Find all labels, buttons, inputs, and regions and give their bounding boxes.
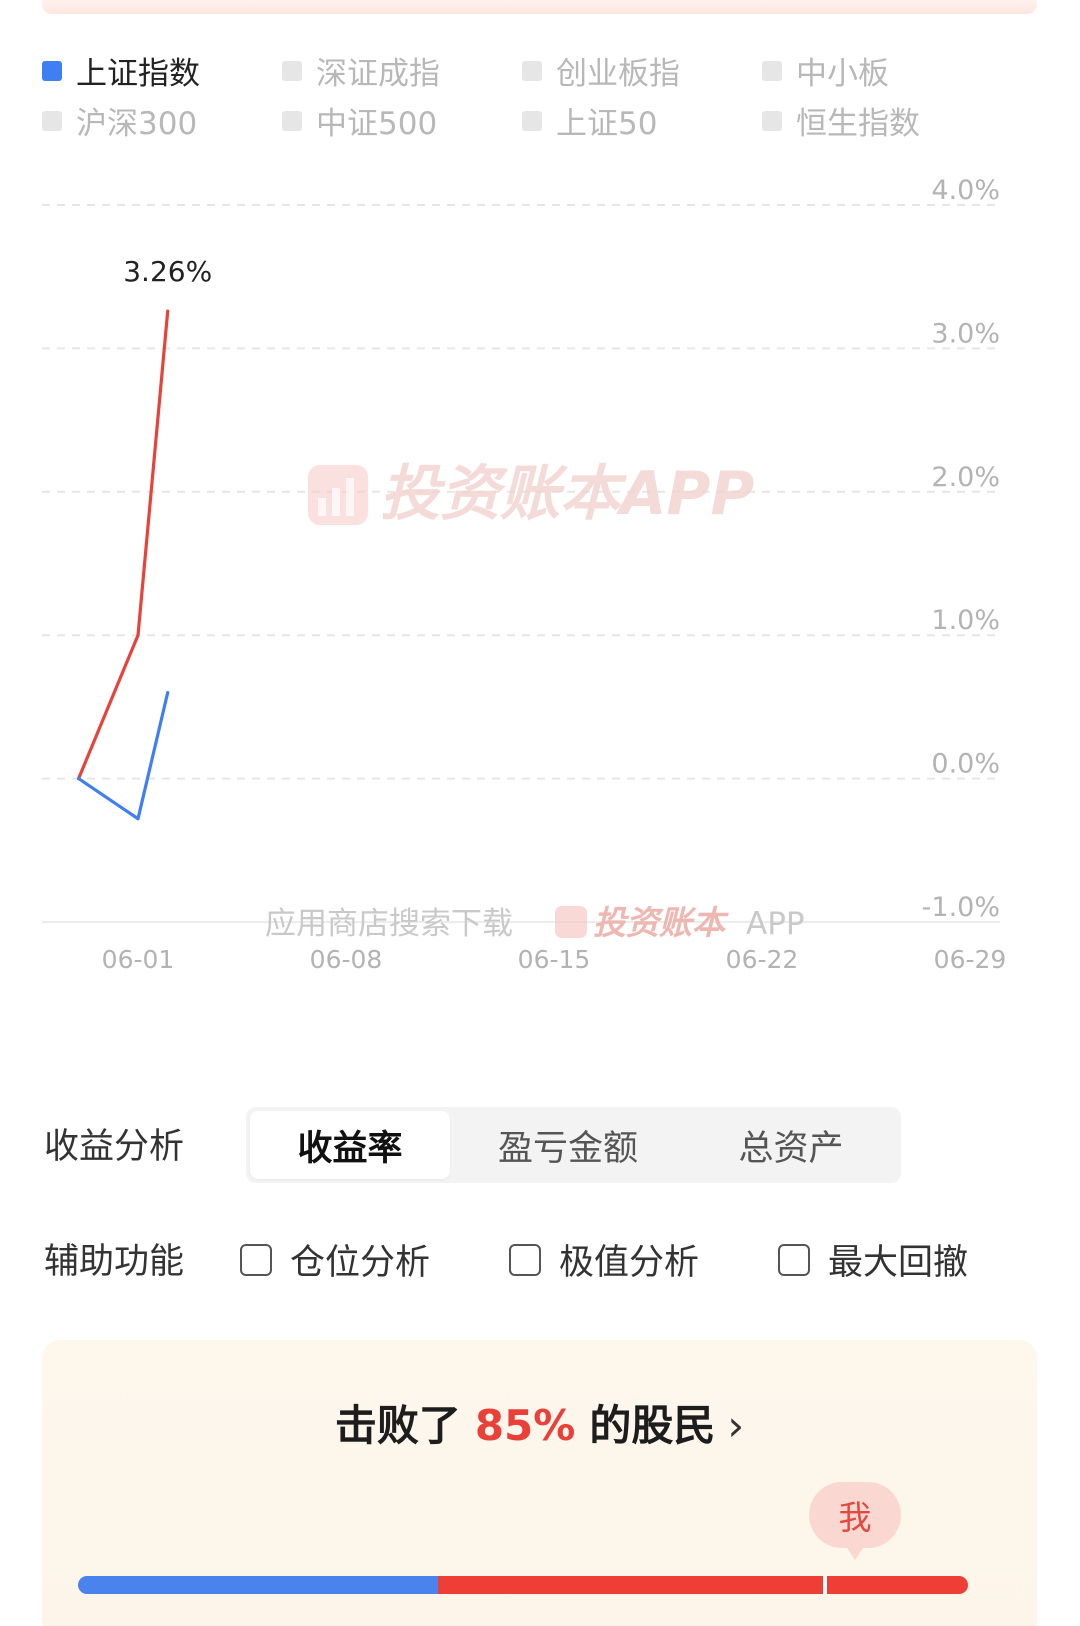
watermark-footer-logo-icon	[555, 906, 587, 938]
y-tick-label: 2.0%	[931, 462, 1000, 493]
tab-total-assets[interactable]: 总资产	[691, 1111, 891, 1179]
legend-label: 上证50	[556, 106, 658, 142]
checkbox-box[interactable]	[240, 1243, 272, 1276]
legend-swatch	[42, 110, 62, 131]
extreme-value-checkbox[interactable]: 极值分析	[509, 1234, 699, 1285]
legend-item-zz500[interactable]: 中证500	[282, 98, 437, 143]
position-analysis-checkbox[interactable]: 仓位分析	[240, 1234, 430, 1285]
return-rate-chart[interactable]: 投资账本APP 应用商店搜索下载 投资账本 APP 4.0% 3.0% 2.0% 1.…	[0, 150, 1080, 1030]
watermark-footer-brand: 投资账本	[593, 903, 729, 942]
chevron-right-icon: ›	[727, 1401, 745, 1450]
analysis-label: 收益分析	[44, 1127, 185, 1167]
max-drawdown-checkbox[interactable]: 最大回撤	[778, 1234, 968, 1285]
series-line-1	[76, 690, 170, 821]
watermark-logo-icon	[308, 465, 368, 525]
percentile-bar-blue	[78, 1576, 439, 1594]
percentile-bar-red	[438, 1576, 968, 1594]
checkbox-label: 最大回撤	[828, 1243, 969, 1283]
x-tick-label: 06-22	[726, 945, 799, 974]
beat-investors-link[interactable]: 击败了 85% 的股民 ›	[42, 1392, 1037, 1453]
legend-label: 上证指数	[76, 56, 200, 92]
legend-swatch	[762, 60, 782, 81]
me-marker-bubble: 我	[809, 1482, 901, 1560]
chart-watermark: 投资账本APP 应用商店搜索下载 投资账本 APP	[265, 459, 805, 942]
legend-item-shenzheng[interactable]: 深证成指	[282, 48, 440, 93]
y-tick-label: -1.0%	[922, 892, 1000, 923]
legend-label: 创业板指	[556, 56, 680, 92]
series-line-0	[76, 309, 170, 781]
legend-item-chuangye[interactable]: 创业板指	[522, 48, 680, 93]
x-tick-label: 06-08	[310, 945, 383, 974]
beat-suffix: 的股民	[589, 1401, 716, 1450]
x-tick-label: 06-01	[102, 945, 175, 974]
legend-swatch	[282, 110, 302, 131]
y-tick-label: 4.0%	[931, 175, 1000, 206]
tab-profit-amount[interactable]: 盈亏金额	[468, 1111, 668, 1179]
watermark-footer-suffix: APP	[746, 906, 805, 942]
checkbox-label: 仓位分析	[290, 1243, 431, 1283]
legend-swatch	[762, 110, 782, 131]
legend-label: 中证500	[316, 106, 438, 142]
beat-prefix: 击败了	[334, 1401, 461, 1450]
checkbox-box[interactable]	[778, 1243, 810, 1276]
legend-swatch	[522, 60, 542, 81]
chart-axis-ticks: 4.0% 3.0% 2.0% 1.0% 0.0% -1.0% 06-01 06-08 06-15…	[102, 175, 1007, 974]
top-card-edge	[42, 0, 1037, 14]
legend-swatch	[282, 60, 302, 81]
aux-label: 辅助功能	[44, 1242, 185, 1282]
checkbox-label: 极值分析	[559, 1243, 700, 1283]
legend-label: 中小板	[796, 56, 889, 92]
chart-gridlines	[42, 204, 1000, 923]
percentile-marker	[823, 1576, 827, 1594]
y-tick-label: 0.0%	[931, 749, 1000, 780]
legend-swatch	[522, 110, 542, 131]
checkbox-box[interactable]	[509, 1243, 541, 1276]
legend-item-hsi[interactable]: 恒生指数	[762, 98, 920, 143]
chart-annotations: 3.26%	[123, 255, 212, 288]
watermark-main: 投资账本APP	[380, 459, 754, 529]
legend-swatch	[42, 60, 62, 81]
y-tick-label: 3.0%	[931, 318, 1000, 349]
beat-percent: 85%	[474, 1401, 576, 1450]
chart-series	[76, 309, 170, 821]
legend-item-hs300[interactable]: 沪深300	[42, 98, 197, 143]
y-tick-label: 1.0%	[931, 605, 1000, 636]
x-tick-label: 06-15	[518, 945, 591, 974]
legend-label: 沪深300	[76, 106, 198, 142]
legend-label: 恒生指数	[796, 106, 920, 142]
legend-label: 深证成指	[316, 56, 440, 92]
watermark-footer-prefix: 应用商店搜索下载	[265, 906, 513, 942]
legend-item-zhongxiaoban[interactable]: 中小板	[762, 48, 889, 93]
tab-return-rate[interactable]: 收益率	[250, 1111, 450, 1179]
beat-investors-card: 击败了 85% 的股民 › 我	[42, 1340, 1037, 1626]
analysis-segmented-control: 收益率 盈亏金额 总资产	[246, 1107, 901, 1183]
peak-data-label: 3.26%	[123, 255, 212, 288]
x-tick-label: 06-29	[934, 945, 1007, 974]
legend-item-shangzheng[interactable]: 上证指数	[42, 48, 200, 93]
percentile-bar	[78, 1576, 968, 1594]
legend-item-sz50[interactable]: 上证50	[522, 98, 657, 143]
